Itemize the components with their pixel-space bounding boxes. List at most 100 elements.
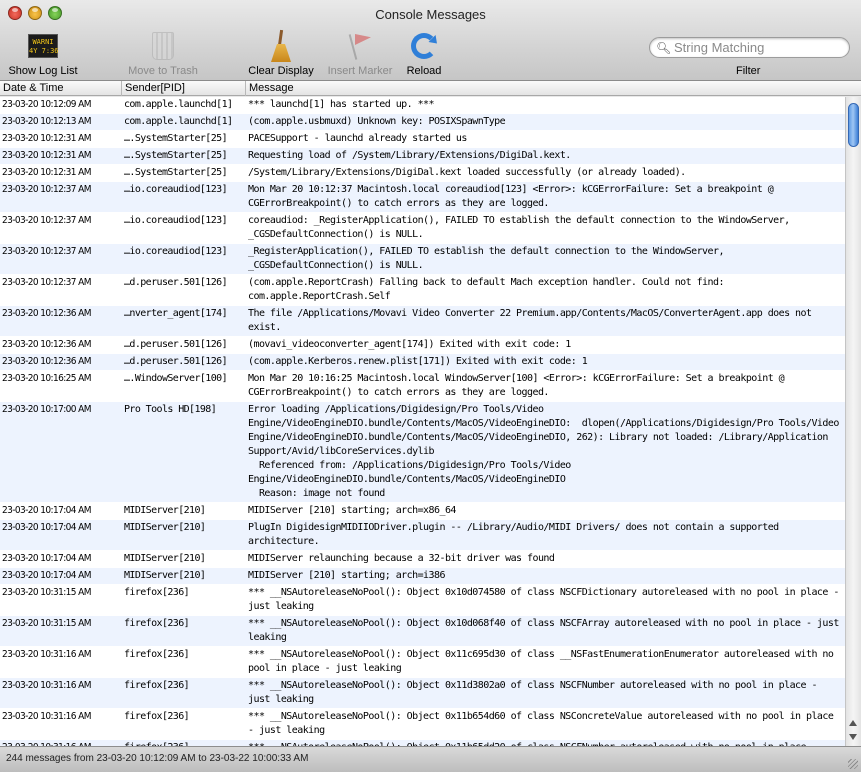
log-message-cell: *** __NSAutoreleaseNoPool(): Object 0x10… [248,618,845,643]
log-row[interactable]: 23-03-20 10:31:15 AM firefox[236] *** __NS… [0,616,845,647]
log-row[interactable]: 23-03-20 10:12:37 AM …io.coreaudiod[123] M… [0,182,845,213]
log-message-cell: Mon Mar 20 10:12:37 Macintosh.local core… [248,184,779,209]
log-message-cell: MIDIServer [210] starting; arch=x86_64 [248,505,456,516]
log-sender-cell: Pro Tools HD[198] [124,404,217,415]
log-date-cell: 23-03-20 10:17:04 AM [2,505,91,516]
log-message-cell: (com.apple.usbmuxd) Unknown key: POSIXSp… [248,116,506,127]
log-message-cell: *** __NSAutoreleaseNoPool(): Object 0x11… [248,649,839,674]
scroll-down-arrow-icon[interactable] [849,734,857,740]
log-row[interactable]: 23-03-20 10:12:37 AM …io.coreaudiod[123] _… [0,244,845,275]
log-sender-cell: …nverter_agent[174] [124,308,228,319]
log-sender-cell: firefox[236] [124,587,190,598]
log-sender-cell: MIDIServer[210] [124,522,206,533]
log-message-cell: MIDIServer relaunching because a 32-bit … [248,553,555,564]
log-row[interactable]: 23-03-20 10:17:04 AM MIDIServer[210] PlugI… [0,520,845,551]
log-message-cell: Requesting load of /System/Library/Exten… [248,150,571,161]
log-sender-cell: com.apple.launchd[1] [124,116,233,127]
log-sender-cell: MIDIServer[210] [124,553,206,564]
log-date-cell: 23-03-20 10:12:37 AM [2,184,91,195]
log-message-cell: (com.apple.Kerberos.renew.plist[171]) Ex… [248,356,588,367]
log-sender-cell: …io.coreaudiod[123] [124,246,228,257]
string-matching-input[interactable] [674,39,844,56]
log-sender-cell: ….SystemStarter[25] [124,150,228,161]
log-date-cell: 23-03-20 10:12:31 AM [2,150,91,161]
log-date-cell: 23-03-20 10:17:04 AM [2,570,91,581]
reload-button[interactable]: Reload [402,30,446,77]
trash-icon [152,32,174,60]
clear-display-button[interactable]: Clear Display [243,29,319,77]
log-sender-cell: ….SystemStarter[25] [124,133,228,144]
vertical-scrollbar[interactable] [845,97,861,746]
column-header-message[interactable]: Message [249,82,294,94]
reload-icon [411,33,437,59]
show-log-list-button[interactable]: WARNI 4Y 7:36 Show Log List [4,30,82,77]
log-row[interactable]: 23-03-20 10:17:04 AM MIDIServer[210] MIDIS… [0,568,845,585]
filter-search-field[interactable]: 🔍︎ [649,37,850,58]
reload-label: Reload [406,65,442,77]
log-row[interactable]: 23-03-20 10:16:25 AM ….WindowServer[100] M… [0,371,845,402]
scroll-up-arrow-icon[interactable] [849,720,857,726]
status-bar: 244 messages from 23-03-20 10:12:09 AM t… [0,746,861,772]
message-count-status: 244 messages from 23-03-20 10:12:09 AM t… [6,753,309,764]
log-date-cell: 23-03-20 10:17:04 AM [2,522,91,533]
log-message-cell: Error loading /Applications/Digidesign/P… [248,404,839,499]
log-message-list[interactable]: 23-03-20 10:12:09 AM com.apple.launchd[1]… [0,97,845,746]
log-message-cell: PlugIn DigidesignMIDIIODriver.plugin -- … [248,522,785,547]
log-row[interactable]: 23-03-20 10:12:36 AM …nverter_agent[174] T… [0,306,845,337]
log-date-cell: 23-03-20 10:12:36 AM [2,308,91,319]
log-sender-cell: MIDIServer[210] [124,505,206,516]
log-sender-cell: MIDIServer[210] [124,570,206,581]
log-date-cell: 23-03-20 10:12:31 AM [2,133,91,144]
log-row[interactable]: 23-03-20 10:12:31 AM ….SystemStarter[25] R… [0,148,845,165]
log-sender-cell: …d.peruser.501[126] [124,277,228,288]
column-header-sender[interactable]: Sender[PID] [125,82,185,94]
log-message-cell: _RegisterApplication(), FAILED TO establ… [248,246,730,271]
log-row[interactable]: 23-03-20 10:12:36 AM …d.peruser.501[126] (… [0,354,845,371]
log-date-cell: 23-03-20 10:31:16 AM [2,649,91,660]
log-date-cell: 23-03-20 10:31:16 AM [2,711,91,722]
log-row[interactable]: 23-03-20 10:31:15 AM firefox[236] *** __NS… [0,585,845,616]
log-sender-cell: com.apple.launchd[1] [124,99,233,110]
log-date-cell: 23-03-20 10:31:15 AM [2,618,91,629]
resize-grip-icon[interactable] [848,759,858,769]
column-header-date[interactable]: Date & Time [3,82,64,94]
log-date-cell: 23-03-20 10:12:37 AM [2,246,91,257]
log-message-cell: /System/Library/Extensions/DigiDal.kext … [248,167,686,178]
log-row[interactable]: 23-03-20 10:17:00 AM Pro Tools HD[198] Err… [0,402,845,503]
log-row[interactable]: 23-03-20 10:17:04 AM MIDIServer[210] MIDIS… [0,551,845,568]
log-message-cell: (com.apple.ReportCrash) Falling back to … [248,277,730,302]
insert-marker-button[interactable]: Insert Marker [322,30,398,77]
log-row[interactable]: 23-03-20 10:12:37 AM …d.peruser.501[126] (… [0,275,845,306]
log-row[interactable]: 23-03-20 10:31:16 AM firefox[236] *** __NS… [0,647,845,678]
log-row[interactable]: 23-03-20 10:12:36 AM …d.peruser.501[126] (… [0,337,845,354]
log-message-cell: PACESupport - launchd already started us [248,133,467,144]
scrollbar-thumb[interactable] [848,103,859,147]
log-date-cell: 23-03-20 10:12:36 AM [2,356,91,367]
log-row[interactable]: 23-03-20 10:12:31 AM ….SystemStarter[25] /… [0,165,845,182]
log-row[interactable]: 23-03-20 10:31:16 AM firefox[236] *** __NS… [0,709,845,740]
log-row[interactable]: 23-03-20 10:12:31 AM ….SystemStarter[25] P… [0,131,845,148]
log-row[interactable]: 23-03-20 10:17:04 AM MIDIServer[210] MIDIS… [0,503,845,520]
log-row[interactable]: 23-03-20 10:12:13 AM com.apple.launchd[1]… [0,114,845,131]
log-sender-cell: firefox[236] [124,711,190,722]
log-sender-cell: firefox[236] [124,618,190,629]
broom-icon [267,29,295,62]
log-row[interactable]: 23-03-20 10:12:37 AM …io.coreaudiod[123] c… [0,213,845,244]
show-log-list-label: Show Log List [8,65,78,77]
warning-log-icon: WARNI 4Y 7:36 [28,34,59,58]
log-date-cell: 23-03-20 10:12:36 AM [2,339,91,350]
log-message-cell: *** __NSAutoreleaseNoPool(): Object 0x11… [248,711,839,736]
move-to-trash-button[interactable]: Move to Trash [122,30,204,77]
log-message-cell: *** __NSAutoreleaseNoPool(): Object 0x10… [248,587,845,612]
log-date-cell: 23-03-20 10:12:13 AM [2,116,91,127]
log-message-cell: *** __NSAutoreleaseNoPool(): Object 0x11… [248,680,823,705]
move-to-trash-label: Move to Trash [128,65,198,77]
window-title: Console Messages [375,7,486,22]
search-icon: 🔍︎ [656,41,672,55]
log-message-cell: (movavi_videoconverter_agent[174]) Exite… [248,339,571,350]
log-date-cell: 23-03-20 10:31:16 AM [2,680,91,691]
log-row[interactable]: 23-03-20 10:31:16 AM firefox[236] *** __NS… [0,678,845,709]
flag-marker-icon [347,32,373,60]
log-row[interactable]: 23-03-20 10:12:09 AM com.apple.launchd[1]… [0,97,845,114]
log-message-cell: MIDIServer [210] starting; arch=i386 [248,570,446,581]
